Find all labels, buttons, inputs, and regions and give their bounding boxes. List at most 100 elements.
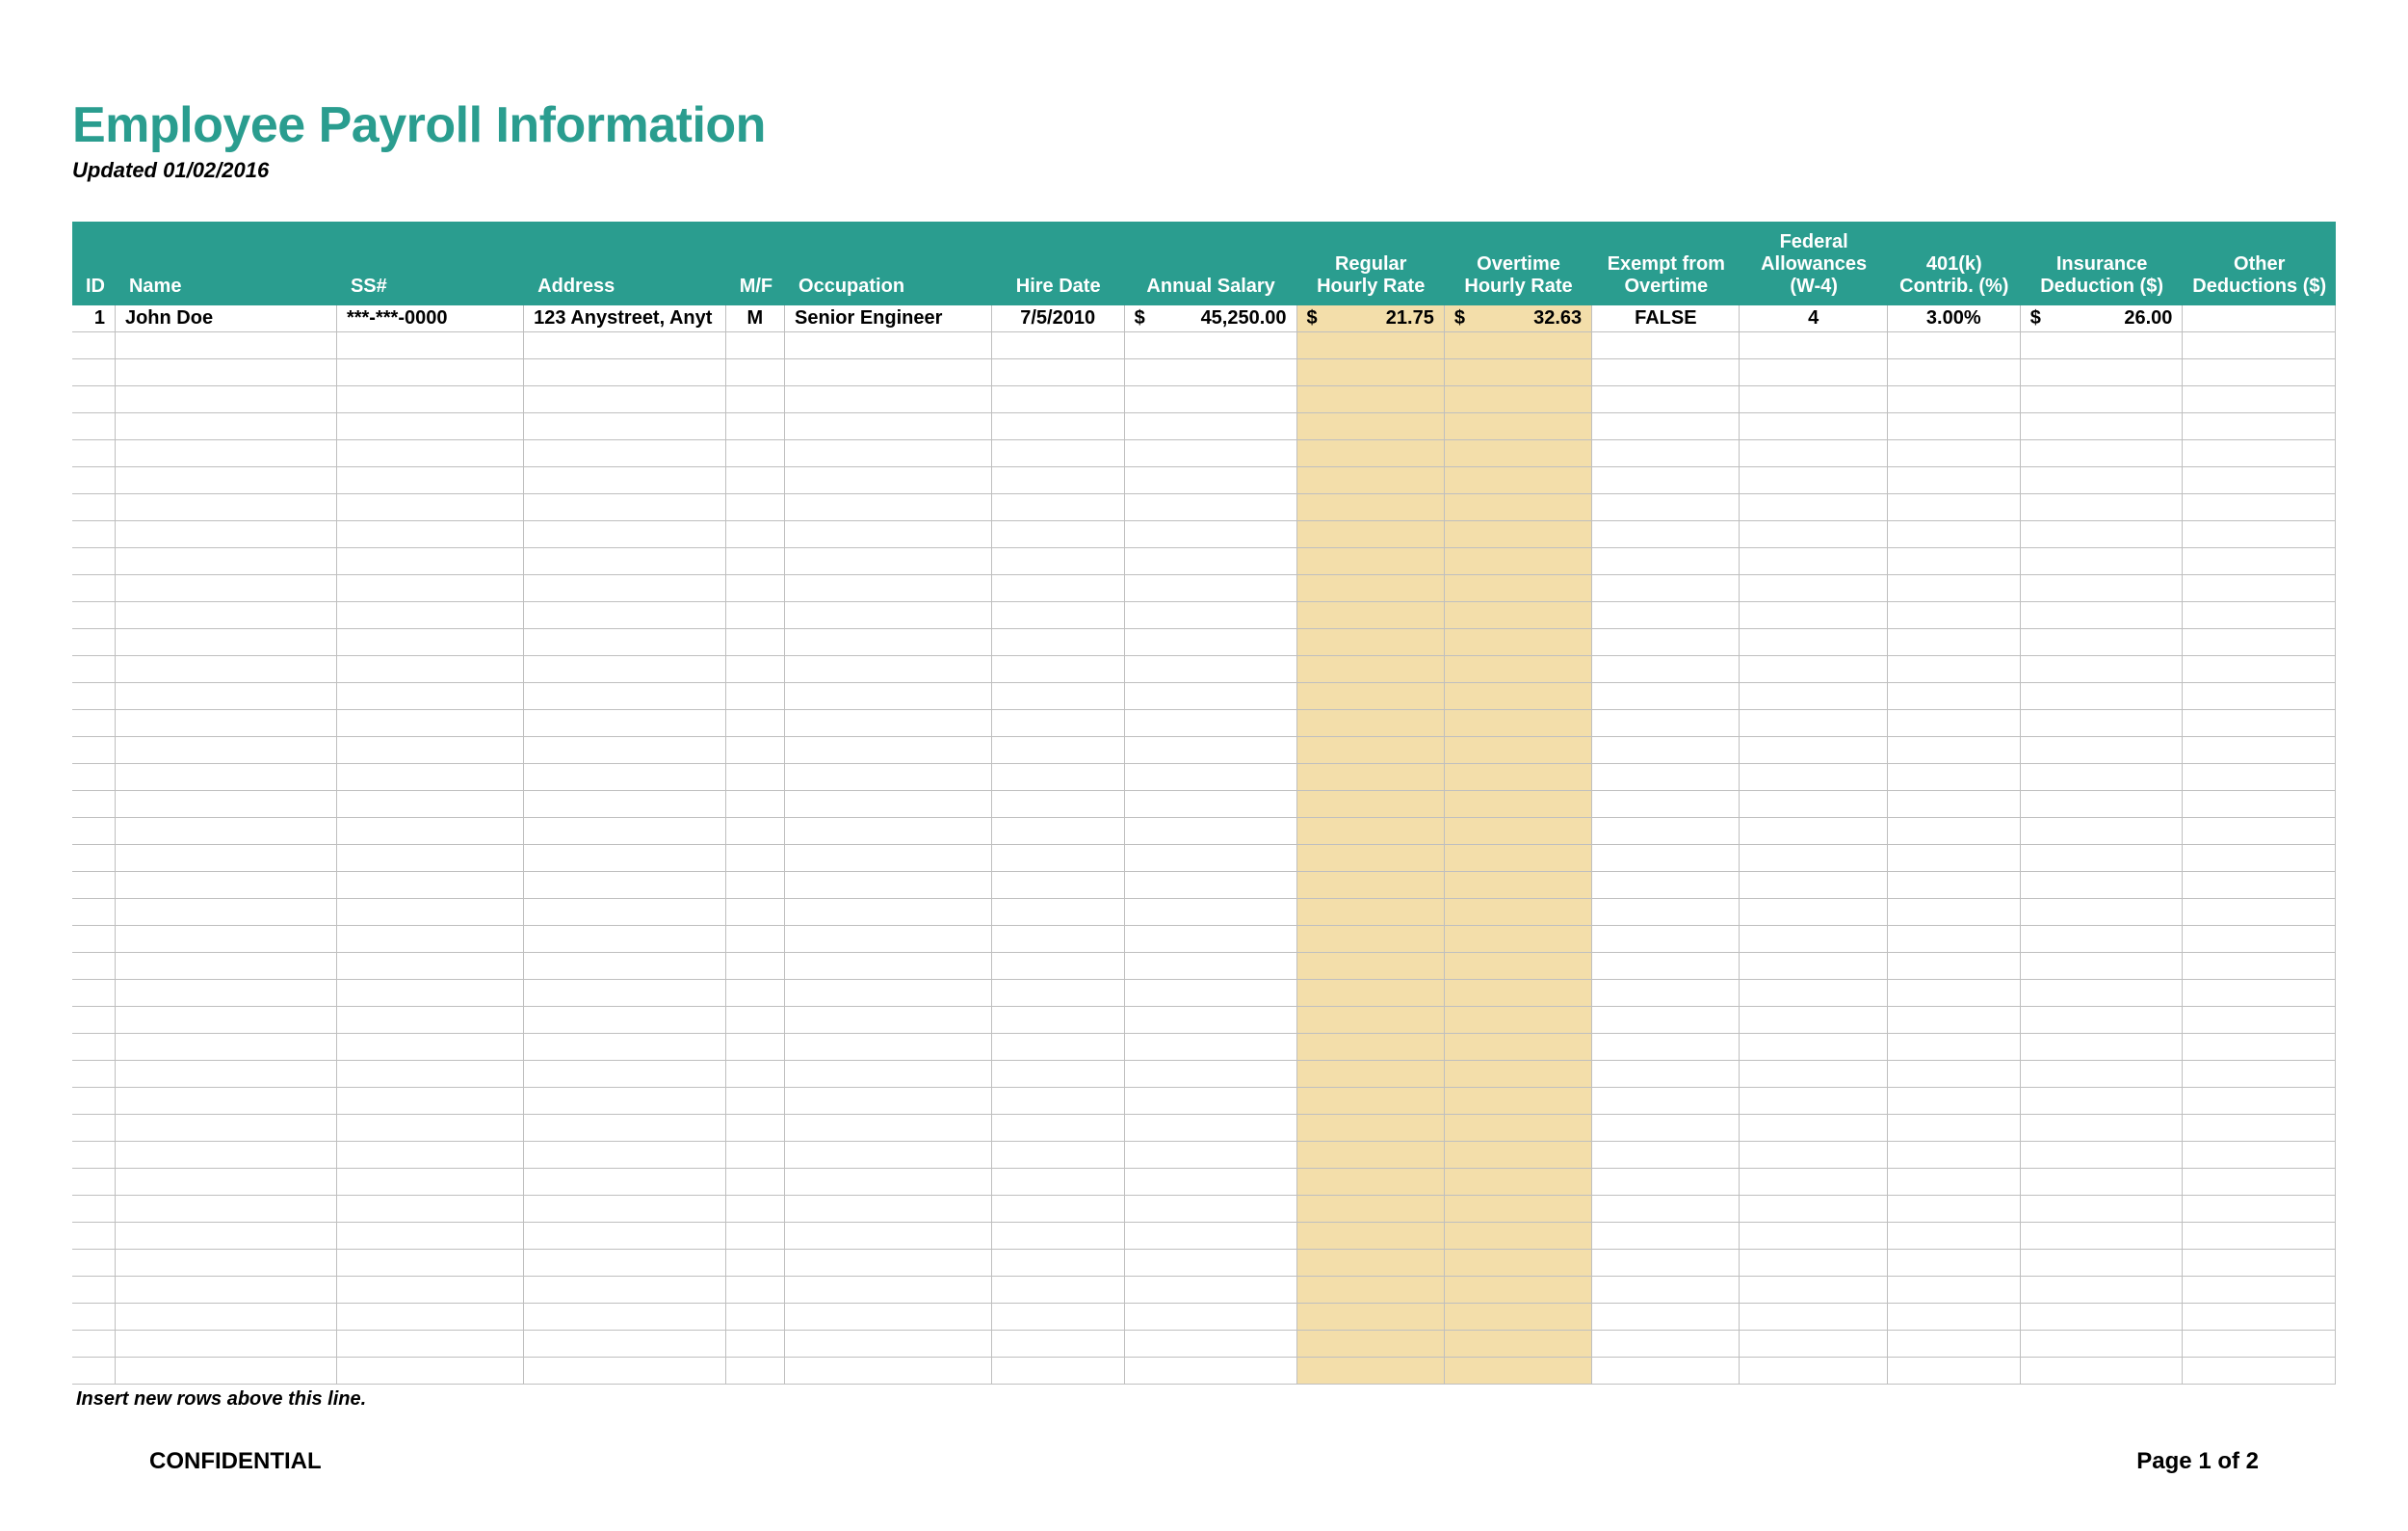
empty-cell[interactable] bbox=[524, 1169, 726, 1196]
empty-cell[interactable] bbox=[1297, 683, 1445, 710]
empty-cell[interactable] bbox=[1592, 899, 1740, 926]
empty-cell[interactable] bbox=[2021, 629, 2184, 656]
empty-cell[interactable] bbox=[1297, 602, 1445, 629]
empty-cell[interactable] bbox=[337, 953, 524, 980]
empty-cell[interactable] bbox=[785, 1196, 992, 1223]
empty-cell[interactable] bbox=[1125, 1358, 1297, 1385]
empty-cell[interactable] bbox=[726, 494, 785, 521]
empty-cell[interactable] bbox=[524, 1250, 726, 1277]
empty-cell[interactable] bbox=[72, 872, 116, 899]
table-row[interactable] bbox=[72, 440, 2336, 467]
table-row[interactable] bbox=[72, 737, 2336, 764]
empty-cell[interactable] bbox=[72, 386, 116, 413]
empty-cell[interactable] bbox=[524, 467, 726, 494]
empty-cell[interactable] bbox=[1445, 602, 1592, 629]
empty-cell[interactable] bbox=[1445, 683, 1592, 710]
empty-cell[interactable] bbox=[116, 1304, 337, 1331]
empty-cell[interactable] bbox=[1125, 1007, 1297, 1034]
empty-cell[interactable] bbox=[1740, 1007, 1887, 1034]
table-row[interactable] bbox=[72, 1358, 2336, 1385]
empty-cell[interactable] bbox=[116, 953, 337, 980]
empty-cell[interactable] bbox=[72, 629, 116, 656]
empty-cell[interactable] bbox=[116, 764, 337, 791]
empty-cell[interactable] bbox=[2183, 1142, 2336, 1169]
empty-cell[interactable] bbox=[1888, 440, 2021, 467]
empty-cell[interactable] bbox=[992, 548, 1125, 575]
empty-cell[interactable] bbox=[1125, 1088, 1297, 1115]
cell-hire-date[interactable]: 7/5/2010 bbox=[992, 305, 1125, 332]
empty-cell[interactable] bbox=[337, 1331, 524, 1358]
empty-cell[interactable] bbox=[726, 521, 785, 548]
empty-cell[interactable] bbox=[2183, 1277, 2336, 1304]
empty-cell[interactable] bbox=[1297, 332, 1445, 359]
empty-cell[interactable] bbox=[524, 1277, 726, 1304]
empty-cell[interactable] bbox=[1445, 899, 1592, 926]
empty-cell[interactable] bbox=[1297, 494, 1445, 521]
empty-cell[interactable] bbox=[1125, 791, 1297, 818]
empty-cell[interactable] bbox=[116, 1142, 337, 1169]
empty-cell[interactable] bbox=[1592, 1007, 1740, 1034]
empty-cell[interactable] bbox=[116, 413, 337, 440]
empty-cell[interactable] bbox=[1125, 602, 1297, 629]
empty-cell[interactable] bbox=[2183, 1088, 2336, 1115]
empty-cell[interactable] bbox=[2021, 656, 2184, 683]
empty-cell[interactable] bbox=[116, 440, 337, 467]
empty-cell[interactable] bbox=[1888, 1196, 2021, 1223]
empty-cell[interactable] bbox=[1125, 926, 1297, 953]
empty-cell[interactable] bbox=[116, 656, 337, 683]
empty-cell[interactable] bbox=[524, 548, 726, 575]
empty-cell[interactable] bbox=[1125, 440, 1297, 467]
table-row[interactable] bbox=[72, 359, 2336, 386]
empty-cell[interactable] bbox=[726, 845, 785, 872]
empty-cell[interactable] bbox=[2021, 440, 2184, 467]
empty-cell[interactable] bbox=[1888, 845, 2021, 872]
empty-cell[interactable] bbox=[1297, 413, 1445, 440]
empty-cell[interactable] bbox=[2021, 1007, 2184, 1034]
empty-cell[interactable] bbox=[1740, 413, 1887, 440]
table-row[interactable] bbox=[72, 1277, 2336, 1304]
table-row[interactable] bbox=[72, 386, 2336, 413]
empty-cell[interactable] bbox=[2183, 440, 2336, 467]
table-row[interactable] bbox=[72, 467, 2336, 494]
empty-cell[interactable] bbox=[1592, 1169, 1740, 1196]
empty-cell[interactable] bbox=[116, 1277, 337, 1304]
empty-cell[interactable] bbox=[1740, 1061, 1887, 1088]
table-row[interactable] bbox=[72, 602, 2336, 629]
empty-cell[interactable] bbox=[1592, 656, 1740, 683]
empty-cell[interactable] bbox=[1888, 413, 2021, 440]
empty-cell[interactable] bbox=[992, 440, 1125, 467]
empty-cell[interactable] bbox=[116, 872, 337, 899]
empty-cell[interactable] bbox=[1592, 521, 1740, 548]
empty-cell[interactable] bbox=[337, 1034, 524, 1061]
empty-cell[interactable] bbox=[1125, 1304, 1297, 1331]
empty-cell[interactable] bbox=[1888, 629, 2021, 656]
empty-cell[interactable] bbox=[2021, 899, 2184, 926]
empty-cell[interactable] bbox=[1445, 926, 1592, 953]
empty-cell[interactable] bbox=[116, 1169, 337, 1196]
empty-cell[interactable] bbox=[1125, 1115, 1297, 1142]
empty-cell[interactable] bbox=[337, 1115, 524, 1142]
empty-cell[interactable] bbox=[1740, 872, 1887, 899]
empty-cell[interactable] bbox=[337, 1277, 524, 1304]
table-row[interactable] bbox=[72, 548, 2336, 575]
empty-cell[interactable] bbox=[524, 359, 726, 386]
empty-cell[interactable] bbox=[116, 899, 337, 926]
empty-cell[interactable] bbox=[1592, 1331, 1740, 1358]
empty-cell[interactable] bbox=[1445, 1115, 1592, 1142]
cell-insurance[interactable]: $ 26.00 bbox=[2021, 305, 2184, 332]
empty-cell[interactable] bbox=[1297, 548, 1445, 575]
empty-cell[interactable] bbox=[1888, 521, 2021, 548]
empty-cell[interactable] bbox=[524, 494, 726, 521]
empty-cell[interactable] bbox=[992, 818, 1125, 845]
empty-cell[interactable] bbox=[116, 683, 337, 710]
table-row[interactable]: 1 John Doe ***-***-0000 123 Anystreet, A… bbox=[72, 305, 2336, 332]
empty-cell[interactable] bbox=[1125, 1061, 1297, 1088]
table-row[interactable] bbox=[72, 872, 2336, 899]
empty-cell[interactable] bbox=[1445, 386, 1592, 413]
empty-cell[interactable] bbox=[785, 602, 992, 629]
empty-cell[interactable] bbox=[1125, 683, 1297, 710]
empty-cell[interactable] bbox=[2021, 494, 2184, 521]
empty-cell[interactable] bbox=[524, 1223, 726, 1250]
empty-cell[interactable] bbox=[1297, 710, 1445, 737]
empty-cell[interactable] bbox=[1888, 953, 2021, 980]
